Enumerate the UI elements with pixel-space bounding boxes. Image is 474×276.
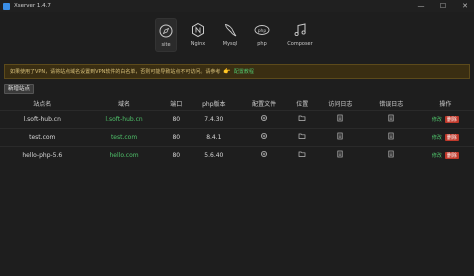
edit-button[interactable]: 修改 <box>432 134 442 141</box>
notice-link[interactable]: 配置教程 <box>234 68 254 75</box>
nav-item-composer[interactable]: Composer <box>283 18 317 52</box>
site-php-version: 5.6.40 <box>189 145 239 164</box>
maximize-button[interactable]: ☐ <box>438 0 448 12</box>
site-port: 80 <box>163 109 190 128</box>
site-name: test.com <box>0 127 85 146</box>
site-port: 80 <box>163 127 190 146</box>
gear-icon[interactable] <box>260 114 268 122</box>
edit-button[interactable]: 修改 <box>432 116 442 123</box>
header-php-version: php版本 <box>202 100 226 108</box>
site-php-version: 7.4.30 <box>189 109 239 128</box>
delete-button[interactable]: 删除 <box>444 115 459 123</box>
pointing-hand-icon: 👉 <box>223 68 231 75</box>
add-site-button[interactable]: 新增站点 <box>4 84 35 94</box>
dolphin-icon <box>224 24 237 37</box>
site-name: l.soft-hub.cn <box>0 109 85 128</box>
minimize-button[interactable]: — <box>416 0 426 12</box>
nav-item-mysql[interactable]: Mysql <box>219 18 241 52</box>
nav-label: Mysql <box>222 41 238 47</box>
table-row: test.com test.com 80 8.4.1 修改 删除 <box>0 127 474 146</box>
header-port: 端口 <box>170 100 183 108</box>
row-actions: 修改 删除 <box>417 151 474 159</box>
edit-button[interactable]: 修改 <box>432 152 442 159</box>
vpn-notice: 如果使用了VPN，请将站点域名设置到VPN软件的白名单，否则可能导致站点不可访问… <box>4 64 470 79</box>
log-file-icon[interactable] <box>387 150 395 158</box>
log-file-icon[interactable] <box>336 132 344 140</box>
log-file-icon[interactable] <box>336 114 344 122</box>
log-file-icon[interactable] <box>387 114 395 122</box>
gear-icon[interactable] <box>260 132 268 140</box>
folder-icon[interactable] <box>298 132 306 140</box>
nav-label: Composer <box>287 41 313 47</box>
nav-label: site <box>161 42 171 48</box>
header-actions: 操作 <box>439 100 452 108</box>
folder-icon[interactable] <box>298 114 306 122</box>
site-port: 80 <box>163 145 190 164</box>
nav-item-nginx[interactable]: Nginx <box>187 18 209 52</box>
site-domain[interactable]: l.soft-hub.cn <box>84 109 164 128</box>
table-row: hello-php-5.6 hello.com 80 5.6.40 修改 删除 <box>0 145 474 164</box>
nav-label: php <box>257 41 267 47</box>
table-header-row: 站点名 域名 端口 php版本 配置文件 位置 访问日志 错误日志 操作 <box>0 97 474 110</box>
site-php-version: 8.4.1 <box>189 127 239 146</box>
delete-button[interactable]: 删除 <box>444 151 459 159</box>
log-file-icon[interactable] <box>336 150 344 158</box>
log-file-icon[interactable] <box>387 132 395 140</box>
compass-icon <box>159 24 173 38</box>
row-actions: 修改 删除 <box>417 133 474 141</box>
site-domain[interactable]: test.com <box>84 127 164 146</box>
site-name: hello-php-5.6 <box>0 145 85 164</box>
svg-text:php: php <box>258 28 267 34</box>
top-nav: site Nginx Mysql php php Composer <box>155 18 317 52</box>
nav-item-php[interactable]: php php <box>251 18 273 52</box>
nav-item-site[interactable]: site <box>155 18 177 52</box>
header-error-log: 错误日志 <box>379 100 404 108</box>
title-bar: Xserver 1.4.7 — ☐ ✕ <box>0 0 474 12</box>
php-icon: php <box>254 25 270 35</box>
notice-text: 如果使用了VPN，请将站点域名设置到VPN软件的白名单，否则可能导致站点不可访问… <box>10 69 221 75</box>
table-row: l.soft-hub.cn l.soft-hub.cn 80 7.4.30 修改… <box>0 109 474 128</box>
sites-table: 站点名 域名 端口 php版本 配置文件 位置 访问日志 错误日志 操作 l.s… <box>0 97 474 164</box>
window-controls: — ☐ ✕ <box>416 0 470 12</box>
music-note-icon <box>294 23 306 37</box>
folder-icon[interactable] <box>298 150 306 158</box>
header-site-name: 站点名 <box>33 100 52 108</box>
header-config: 配置文件 <box>252 100 277 108</box>
row-actions: 修改 删除 <box>417 115 474 123</box>
app-icon <box>3 2 10 10</box>
nav-label: Nginx <box>190 41 206 47</box>
header-access-log: 访问日志 <box>328 100 353 108</box>
gear-icon[interactable] <box>260 150 268 158</box>
nginx-icon <box>192 22 204 38</box>
window-title: Xserver 1.4.7 <box>14 3 51 9</box>
site-domain[interactable]: hello.com <box>84 145 164 164</box>
header-domain: 域名 <box>118 100 131 108</box>
delete-button[interactable]: 删除 <box>444 133 459 141</box>
header-location: 位置 <box>296 100 309 108</box>
close-button[interactable]: ✕ <box>460 0 470 12</box>
